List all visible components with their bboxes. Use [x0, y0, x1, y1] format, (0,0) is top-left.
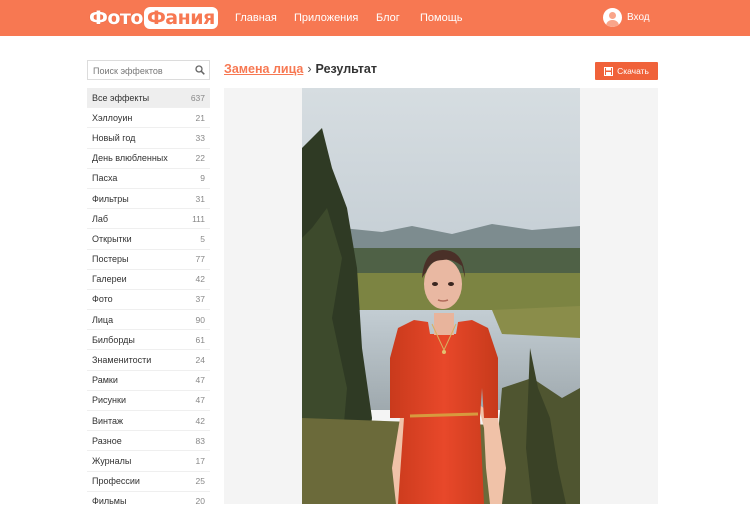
sidebar-item-label: Профессии: [92, 476, 140, 487]
sidebar-item-label: Пасха: [92, 173, 118, 184]
sidebar-item-vintage[interactable]: Винтаж 42: [87, 411, 210, 432]
sidebar-item-label: Фото: [92, 294, 113, 305]
page-title: Результат: [315, 62, 377, 76]
search-box: [87, 60, 210, 80]
sidebar-item-label: День влюбленных: [92, 153, 168, 164]
sidebar-item-label: Открытки: [92, 233, 132, 244]
sidebar-item-count: 47: [195, 395, 205, 406]
download-button[interactable]: Скачать: [595, 62, 658, 80]
sidebar-item-drawings[interactable]: Рисунки 47: [87, 391, 210, 411]
save-icon: [604, 66, 614, 76]
sidebar-item-count: 90: [195, 314, 205, 325]
result-photo[interactable]: [302, 88, 580, 504]
logo-part-1: Фото: [89, 7, 143, 29]
sidebar-item-count: 9: [200, 173, 205, 184]
sidebar-item-label: Билборды: [92, 334, 135, 345]
sidebar-item-label: Рисунки: [92, 395, 126, 406]
sidebar-item-all[interactable]: Все эффекты 637: [87, 88, 210, 109]
sidebar-item-magazines[interactable]: Журналы 17: [87, 451, 210, 472]
breadcrumb: Замена лица › Результат: [224, 62, 377, 76]
sidebar-item-label: Лаб: [92, 213, 109, 224]
sidebar-item-count: 37: [195, 294, 205, 305]
sidebar-item-count: 17: [195, 455, 205, 466]
sidebar-item-posters[interactable]: Постеры 77: [87, 250, 210, 270]
sidebar-item-movies[interactable]: Фильмы 20: [87, 492, 210, 507]
sidebar-item-label: Знаменитости: [92, 355, 152, 366]
site-logo[interactable]: Фото Фания: [89, 6, 218, 30]
sidebar-item-label: Винтаж: [92, 415, 124, 426]
sidebar-item-lab[interactable]: Лаб 111: [87, 209, 210, 230]
breadcrumb-link[interactable]: Замена лица: [224, 62, 303, 76]
sidebar-item-count: 42: [195, 274, 205, 285]
sidebar-item-label: Фильмы: [92, 496, 127, 507]
sidebar-item-easter[interactable]: Пасха 9: [87, 169, 210, 189]
sidebar-item-new-year[interactable]: Новый год 33: [87, 128, 210, 149]
sidebar-item-valentines[interactable]: День влюбленных 22: [87, 149, 210, 169]
nav-home[interactable]: Главная: [235, 12, 277, 24]
sidebar-item-label: Журналы: [92, 455, 132, 466]
login-label: Вход: [627, 12, 650, 23]
sidebar-item-count: 42: [195, 415, 205, 426]
nav-apps[interactable]: Приложения: [294, 12, 358, 24]
sidebar-item-photo[interactable]: Фото 37: [87, 290, 210, 311]
sidebar-item-label: Фильтры: [92, 193, 129, 204]
portrait-image: [302, 88, 580, 504]
login-link[interactable]: Вход: [603, 8, 650, 27]
sidebar-item-count: 24: [195, 355, 205, 366]
sidebar-item-count: 33: [195, 132, 205, 143]
sidebar-item-label: Лица: [92, 314, 114, 325]
category-sidebar: Все эффекты 637 Хэллоуин 21 Новый год 33 Де…: [87, 88, 210, 507]
download-label: Скачать: [617, 66, 649, 76]
sidebar-item-count: 111: [192, 213, 205, 224]
nav-blog[interactable]: Блог: [376, 12, 400, 24]
sidebar-item-label: Новый год: [92, 132, 136, 143]
sidebar-item-count: 5: [200, 233, 205, 244]
top-bar: Фото Фания Главная Приложения Блог Помощь…: [0, 0, 750, 36]
user-icon: [603, 8, 622, 27]
breadcrumb-separator: ›: [307, 62, 312, 76]
sidebar-item-label: Хэллоуин: [92, 112, 133, 123]
result-stage: [224, 88, 658, 504]
sidebar-item-label: Галереи: [92, 274, 127, 285]
sidebar-item-label: Разное: [92, 435, 122, 446]
sidebar-item-count: 637: [190, 92, 205, 103]
sidebar-item-count: 21: [195, 112, 205, 123]
sidebar-item-cards[interactable]: Открытки 5: [87, 229, 210, 250]
sidebar-item-misc[interactable]: Разное 83: [87, 431, 210, 452]
sidebar-item-faces[interactable]: Лица 90: [87, 310, 210, 331]
sidebar-item-count: 25: [195, 476, 205, 487]
sidebar-item-count: 20: [195, 496, 205, 507]
sidebar-item-count: 22: [195, 153, 205, 164]
sidebar-item-galleries[interactable]: Галереи 42: [87, 270, 210, 290]
sidebar-item-label: Постеры: [92, 254, 129, 265]
sidebar-item-count: 47: [195, 375, 205, 386]
sidebar-item-professions[interactable]: Профессии 25: [87, 472, 210, 492]
nav-help[interactable]: Помощь: [420, 12, 463, 24]
sidebar-item-label: Все эффекты: [92, 92, 150, 103]
sidebar-item-frames[interactable]: Рамки 47: [87, 371, 210, 391]
sidebar-item-count: 31: [195, 193, 205, 204]
sidebar-item-filters[interactable]: Фильтры 31: [87, 189, 210, 210]
sidebar-item-halloween[interactable]: Хэллоуин 21: [87, 108, 210, 129]
sidebar-item-celebrities[interactable]: Знаменитости 24: [87, 350, 210, 371]
logo-part-2: Фания: [143, 7, 218, 29]
sidebar-item-count: 61: [195, 334, 205, 345]
search-input[interactable]: [88, 62, 188, 80]
sidebar-item-billboards[interactable]: Билборды 61: [87, 330, 210, 351]
search-icon[interactable]: [195, 65, 205, 75]
sidebar-item-label: Рамки: [92, 375, 118, 386]
sidebar-item-count: 77: [195, 254, 205, 265]
sidebar-item-count: 83: [195, 435, 205, 446]
